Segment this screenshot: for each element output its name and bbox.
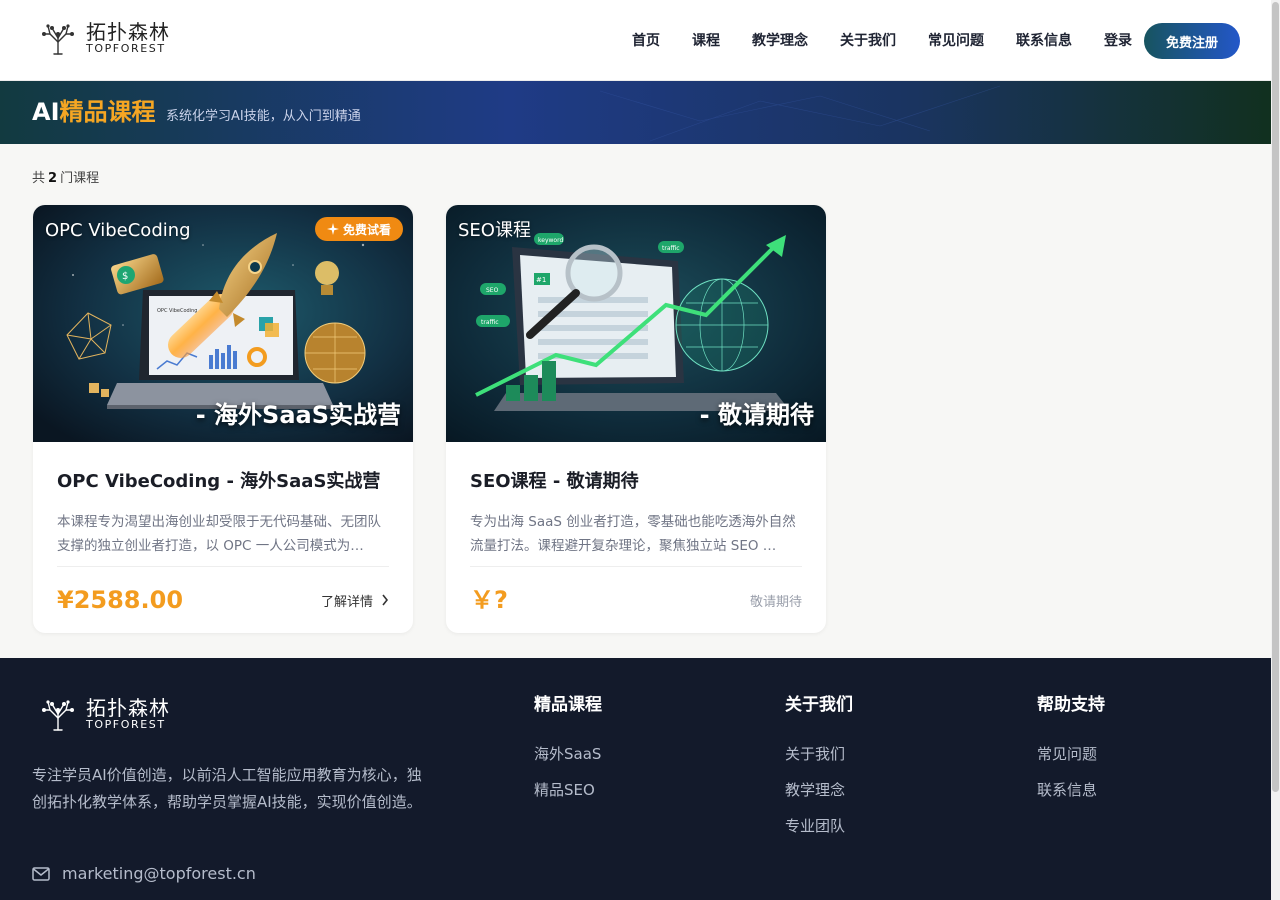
free-preview-badge[interactable]: 免费试看 bbox=[314, 217, 403, 241]
footer-email[interactable]: marketing@topforest.cn bbox=[32, 864, 256, 883]
card-divider bbox=[470, 566, 802, 567]
tree-network-icon bbox=[42, 700, 74, 731]
footer-column-title: 关于我们 bbox=[785, 695, 853, 715]
page-title-prefix: AI bbox=[32, 98, 60, 126]
nav-contact[interactable]: 联系信息 bbox=[1016, 22, 1072, 60]
count-suffix: 门课程 bbox=[60, 171, 100, 186]
footer-link-faq[interactable]: 常见问题 bbox=[1037, 744, 1105, 764]
card-divider bbox=[57, 566, 389, 567]
count-prefix: 共 bbox=[32, 171, 46, 186]
page-banner: AI精品课程 系统化学习AI技能，从入门到精通 bbox=[0, 81, 1271, 144]
footer-logo[interactable]: 拓扑森林 TOPFOREST bbox=[38, 696, 170, 732]
nav-home[interactable]: 首页 bbox=[632, 22, 660, 60]
footer-link-about[interactable]: 关于我们 bbox=[785, 744, 853, 764]
nav-faq[interactable]: 常见问题 bbox=[928, 22, 984, 60]
nav-philosophy[interactable]: 教学理念 bbox=[752, 22, 808, 60]
thumbnail-tag: OPC VibeCoding bbox=[45, 220, 191, 241]
footer-link-saas[interactable]: 海外SaaS bbox=[534, 744, 602, 764]
footer-link-philosophy[interactable]: 教学理念 bbox=[785, 780, 853, 800]
count-number: 2 bbox=[48, 171, 58, 186]
footer-column-help: 帮助支持 常见问题 联系信息 bbox=[1037, 694, 1105, 816]
mail-icon bbox=[32, 866, 50, 881]
site-header: 拓扑森林 TOPFOREST 首页 课程 教学理念 关于我们 常见问题 联系信息… bbox=[0, 0, 1271, 81]
pill-keyword: keyword bbox=[538, 237, 563, 244]
brand-name-en: TOPFOREST bbox=[86, 42, 166, 55]
learn-more-label: 了解详情 bbox=[320, 594, 373, 610]
register-button[interactable]: 免费注册 bbox=[1144, 23, 1240, 59]
footer-brand-name-en: TOPFOREST bbox=[86, 718, 166, 731]
page-title-accent: 精品课程 bbox=[59, 98, 156, 126]
tree-network-icon bbox=[42, 24, 74, 55]
learn-more-link[interactable]: 了解详情 bbox=[321, 591, 389, 610]
footer-about-text: 专注学员AI价值创造，以前沿人工智能应用教育为核心，独创拓扑化教学体系，帮助学员… bbox=[32, 766, 422, 811]
chevron-right-icon bbox=[382, 594, 389, 606]
thumbnail-tag: SEO课程 bbox=[458, 220, 531, 241]
thumbnail-overlay-text: - 敬请期待 bbox=[699, 401, 814, 429]
nav-about[interactable]: 关于我们 bbox=[840, 22, 896, 60]
course-thumbnail[interactable]: OPC VibeCoding $ OPC VibeCoding 免费试看 - 海… bbox=[33, 205, 413, 442]
course-price: ¥2588.00 bbox=[57, 586, 184, 614]
course-description: 本课程专为渴望出海创业却受限于无代码基础、无团队支撑的独立创业者打造，以 OPC… bbox=[57, 514, 381, 554]
thumbnail-overlay-text: - 海外SaaS实战营 bbox=[195, 401, 401, 429]
course-title[interactable]: OPC VibeCoding - 海外SaaS实战营 bbox=[57, 470, 389, 494]
pill-traffic: traffic bbox=[481, 319, 499, 326]
site-footer: 拓扑森林 TOPFOREST 专注学员AI价值创造，以前沿人工智能应用教育为核心… bbox=[0, 658, 1271, 900]
page-subtitle: 系统化学习AI技能，从入门到精通 bbox=[166, 109, 361, 124]
footer-email-address: marketing@topforest.cn bbox=[62, 864, 256, 883]
svg-text:$: $ bbox=[122, 271, 128, 282]
page-scrollbar[interactable] bbox=[1271, 0, 1280, 900]
pill-seo: SEO bbox=[486, 287, 499, 294]
pill-traffic-2: traffic bbox=[662, 245, 680, 252]
rank-label: #1 bbox=[536, 276, 546, 284]
footer-brand-name-cn: 拓扑森林 bbox=[86, 696, 170, 720]
course-count: 共 2 门课程 bbox=[32, 170, 99, 188]
free-preview-label: 免费试看 bbox=[342, 222, 391, 237]
course-title[interactable]: SEO课程 - 敬请期待 bbox=[470, 470, 802, 494]
footer-column-title: 帮助支持 bbox=[1037, 695, 1105, 715]
footer-column-about: 关于我们 关于我们 教学理念 专业团队 bbox=[785, 694, 853, 852]
footer-link-contact[interactable]: 联系信息 bbox=[1037, 780, 1105, 800]
scrollbar-thumb[interactable] bbox=[1272, 2, 1279, 792]
footer-link-team[interactable]: 专业团队 bbox=[785, 816, 853, 836]
brand-logo[interactable]: 拓扑森林 TOPFOREST bbox=[38, 20, 170, 56]
brand-name-cn: 拓扑森林 bbox=[86, 20, 170, 44]
login-link[interactable]: 登录 bbox=[1104, 22, 1132, 60]
course-card-seo[interactable]: #1 keyword SEO traffic traffic SEO课程 - 敬… bbox=[446, 205, 826, 633]
sparkle-icon bbox=[326, 223, 339, 235]
coming-soon-label: 敬请期待 bbox=[749, 594, 802, 610]
main-nav: 首页 课程 教学理念 关于我们 常见问题 联系信息 登录 免费注册 bbox=[632, 22, 1240, 60]
course-description: 专为出海 SaaS 创业者打造，零基础也能吃透海外自然流量打法。课程避开复杂理论… bbox=[470, 514, 796, 554]
course-thumbnail[interactable]: #1 keyword SEO traffic traffic SEO课程 - 敬… bbox=[446, 205, 826, 442]
course-price: ￥? bbox=[470, 586, 508, 614]
footer-link-seo[interactable]: 精品SEO bbox=[534, 780, 602, 800]
laptop-screen-title: OPC VibeCoding bbox=[157, 308, 197, 314]
footer-column-courses: 精品课程 海外SaaS 精品SEO bbox=[534, 694, 602, 816]
nav-courses[interactable]: 课程 bbox=[692, 22, 720, 60]
footer-column-title: 精品课程 bbox=[534, 695, 602, 715]
page-title: AI精品课程 bbox=[32, 97, 156, 127]
course-card-opc[interactable]: OPC VibeCoding $ OPC VibeCoding 免费试看 - 海… bbox=[33, 205, 413, 633]
